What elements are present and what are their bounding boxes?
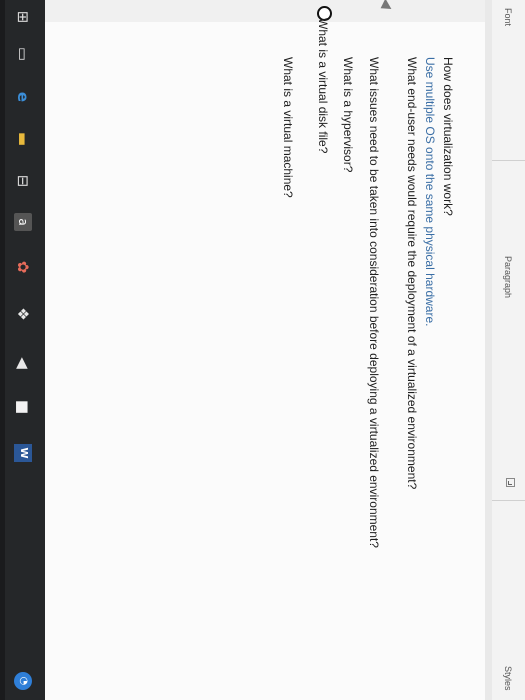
mail-icon[interactable]: ◀ <box>14 354 32 372</box>
start-icon[interactable]: ⊞ <box>14 8 32 26</box>
ruler <box>485 0 492 700</box>
word-window: Font Paragraph Styles How does virtualiz… <box>0 0 525 700</box>
styles-group-label: Styles <box>503 666 513 691</box>
paragraph-dialog-launcher-icon[interactable] <box>506 478 515 487</box>
notification-icon[interactable]: ◔ <box>14 672 32 690</box>
amazon-icon[interactable]: a <box>14 213 32 231</box>
paint-icon[interactable]: ✿ <box>14 258 32 276</box>
doc-line-question-6[interactable]: What is a virtual machine? <box>281 57 295 198</box>
document-page[interactable] <box>45 0 485 700</box>
ribbon-divider <box>492 500 525 501</box>
store-icon[interactable]: ⊟ <box>14 172 32 190</box>
font-group-label: Font <box>503 8 513 27</box>
screen-bezel <box>0 0 5 700</box>
edge-browser-icon[interactable]: e <box>14 88 32 106</box>
doc-line-question-3[interactable]: What issues need to be taken into consid… <box>367 57 381 548</box>
doc-line-question-1[interactable]: How does virtualization work? <box>441 57 455 216</box>
notes-icon[interactable]: ■ <box>14 398 32 416</box>
doc-line-answer-1[interactable]: Use multiple OS onto the same physical h… <box>423 57 437 326</box>
dropbox-icon[interactable]: ❖ <box>14 305 32 323</box>
ribbon-group-labels: Font Paragraph Styles <box>491 0 525 700</box>
ribbon-divider <box>492 160 525 161</box>
taskbar: ⊞ ▭ e ▬ ⊟ a ✿ ❖ ◀ ■ W ◔ <box>0 0 45 700</box>
task-view-icon[interactable]: ▭ <box>14 45 32 63</box>
paragraph-group-label: Paragraph <box>503 256 513 299</box>
file-explorer-icon[interactable]: ▬ <box>14 130 32 148</box>
doc-line-question-5[interactable]: What is a virtual disk file? <box>316 18 330 153</box>
doc-line-question-4[interactable]: What is a hypervisor? <box>341 57 355 172</box>
page-margin <box>45 0 485 22</box>
word-icon[interactable]: W <box>14 444 32 462</box>
doc-line-question-2[interactable]: What end-user needs would require the de… <box>405 57 419 489</box>
